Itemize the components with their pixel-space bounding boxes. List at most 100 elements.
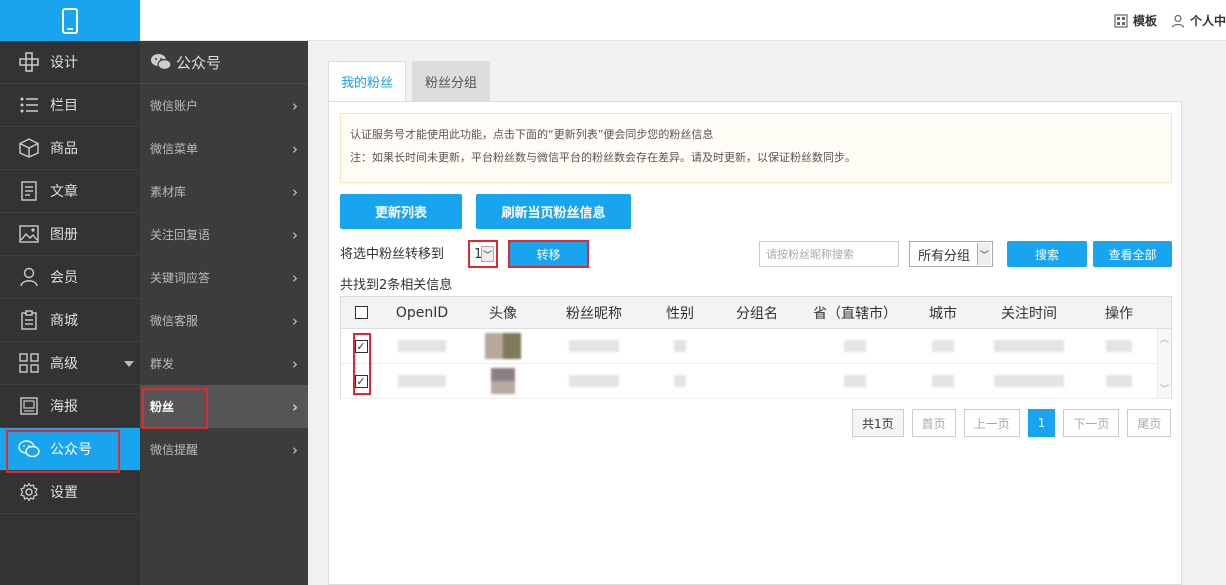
- sidebar-item-label: 设计: [50, 55, 78, 71]
- col-province: 省（直辖市）: [813, 305, 897, 322]
- sidebar-item-article[interactable]: 文章: [0, 170, 140, 213]
- subnav-item-label: 粉丝: [150, 400, 175, 414]
- refresh-page-button[interactable]: 刷新当页粉丝信息: [476, 194, 631, 229]
- subnav-item-customer-service[interactable]: 微信客服 ›: [140, 299, 308, 342]
- sidebar-item-advanced[interactable]: 高级: [0, 342, 140, 385]
- sidebar-item-goods[interactable]: 商品: [0, 127, 140, 170]
- avatar-cell: [463, 333, 543, 359]
- sidebar-item-label: 高级: [50, 356, 78, 372]
- grid-icon: [18, 352, 40, 374]
- template-label: 模板: [1132, 14, 1157, 28]
- subnav-item-label: 微信账户: [150, 99, 199, 113]
- subnav-item-fans[interactable]: 粉丝 ›: [140, 385, 308, 429]
- sidebar-item-label: 公众号: [50, 442, 92, 458]
- redacted-text: [398, 340, 446, 352]
- phone-icon: [62, 7, 78, 34]
- tab-fan-groups[interactable]: 粉丝分组: [412, 61, 491, 101]
- col-operation: 操作: [1105, 305, 1133, 322]
- col-group: 分组名: [736, 305, 778, 322]
- redacted-text: [398, 375, 446, 387]
- secondary-sidebar: 公众号 微信账户 › 微信菜单 › 素材库 › 关注回复语 › 关键词应答 › 微信客服 ›…: [140, 41, 308, 585]
- article-icon: [18, 180, 40, 202]
- subnav-item-label: 微信菜单: [150, 142, 199, 156]
- sidebar-item-column[interactable]: 栏目: [0, 84, 140, 127]
- chevron-right-icon: ›: [292, 354, 298, 373]
- select-all-checkbox[interactable]: [354, 306, 368, 319]
- sidebar-item-label: 商城: [50, 313, 78, 329]
- sidebar-item-mall[interactable]: 商城: [0, 299, 140, 342]
- subnav-header: 公众号: [140, 41, 308, 84]
- gender-cell: [645, 340, 715, 352]
- tab-my-fans[interactable]: 我的粉丝: [328, 61, 407, 101]
- move-button[interactable]: 转移: [508, 240, 589, 268]
- openid-cell: [381, 340, 463, 352]
- sidebar-item-member[interactable]: 会员: [0, 256, 140, 299]
- sidebar-item-wechat-account[interactable]: 公众号: [0, 428, 140, 473]
- pagination: 共1页 首页 上一页 1 下一页 尾页: [852, 409, 1172, 437]
- subnav-item-label: 关注回复语: [150, 228, 211, 242]
- redacted-text: [674, 340, 686, 352]
- wechat-icon: [150, 52, 172, 72]
- tab-bar: 我的粉丝 粉丝分组: [328, 61, 491, 101]
- sidebar-item-label: 栏目: [50, 98, 78, 114]
- table-scrollbar[interactable]: ︿ ﹀: [1157, 329, 1171, 398]
- subnav-item-wechat-menu[interactable]: 微信菜单 ›: [140, 127, 308, 170]
- group-filter-select[interactable]: 所有分组 ﹀: [909, 241, 993, 267]
- chevron-right-icon: ›: [292, 440, 298, 459]
- fans-table: OpenID 头像 粉丝昵称 性别 分组名 省（直辖市） 城市 关注时间 操作 …: [340, 296, 1172, 399]
- current-page[interactable]: 1: [1027, 409, 1056, 437]
- mobile-logo[interactable]: [0, 0, 140, 41]
- chevron-right-icon: ›: [292, 182, 298, 201]
- personal-center-button[interactable]: 个人中: [1171, 12, 1226, 29]
- sidebar-item-label: 文章: [50, 184, 78, 200]
- next-page-button[interactable]: 下一页: [1063, 409, 1120, 437]
- subnav-item-follow-reply[interactable]: 关注回复语 ›: [140, 213, 308, 256]
- first-page-button[interactable]: 首页: [911, 409, 956, 437]
- avatar: [491, 368, 515, 394]
- search-input[interactable]: 请按粉丝昵称搜索: [759, 241, 899, 267]
- subnav-item-label: 素材库: [150, 185, 187, 199]
- top-bar: 模板 个人中: [0, 0, 1226, 41]
- redacted-text: [844, 375, 866, 387]
- table-row[interactable]: ✓: [341, 364, 1171, 399]
- chevron-down-icon: ﹀: [977, 243, 991, 265]
- last-page-button[interactable]: 尾页: [1127, 409, 1172, 437]
- sidebar-item-label: 图册: [50, 227, 78, 243]
- operation-cell: [1083, 340, 1155, 352]
- template-button[interactable]: 模板: [1114, 12, 1157, 29]
- redacted-text: [844, 340, 866, 352]
- sidebar-item-settings[interactable]: 设置: [0, 471, 140, 514]
- sidebar-item-design[interactable]: 设计: [0, 41, 140, 84]
- table-header: OpenID 头像 粉丝昵称 性别 分组名 省（直辖市） 城市 关注时间 操作: [341, 297, 1171, 329]
- search-button[interactable]: 搜索: [1007, 241, 1087, 267]
- sidebar-item-gallery[interactable]: 图册: [0, 213, 140, 256]
- subnav-item-material[interactable]: 素材库 ›: [140, 170, 308, 213]
- main-content: 我的粉丝 粉丝分组 认证服务号才能使用此功能，点击下面的“更新列表”便会同步您的…: [308, 41, 1226, 585]
- sidebar-item-poster[interactable]: 海报: [0, 385, 140, 428]
- subnav-item-wechat-remind[interactable]: 微信提醒 ›: [140, 428, 308, 471]
- chevron-right-icon: ›: [292, 268, 298, 287]
- redacted-text: [994, 340, 1064, 352]
- prev-page-button[interactable]: 上一页: [963, 409, 1020, 437]
- scroll-down-icon[interactable]: ﹀: [1160, 382, 1169, 395]
- view-all-button[interactable]: 查看全部: [1093, 241, 1172, 267]
- wechat-icon: [18, 438, 40, 460]
- subnav-item-keyword-reply[interactable]: 关键词应答 ›: [140, 256, 308, 299]
- poster-icon: [18, 395, 40, 417]
- design-icon: [18, 51, 40, 73]
- subnav-item-label: 群发: [150, 357, 175, 371]
- move-target-select[interactable]: 1 ﹀: [468, 240, 498, 268]
- province-cell: [799, 340, 911, 352]
- subnav-item-wechat-account[interactable]: 微信账户 ›: [140, 84, 308, 127]
- chevron-right-icon: ›: [291, 397, 298, 416]
- sidebar-item-label: 会员: [50, 270, 78, 286]
- sidebar-item-label: 商品: [50, 141, 78, 157]
- scroll-up-icon[interactable]: ︿: [1160, 332, 1169, 345]
- result-count: 共找到2条相关信息: [340, 278, 453, 293]
- table-row[interactable]: ✓: [341, 329, 1171, 364]
- avatar: [485, 333, 521, 359]
- subnav-item-mass-send[interactable]: 群发 ›: [140, 342, 308, 385]
- city-cell: [911, 375, 975, 387]
- chevron-right-icon: ›: [292, 139, 298, 158]
- update-list-button[interactable]: 更新列表: [340, 194, 462, 229]
